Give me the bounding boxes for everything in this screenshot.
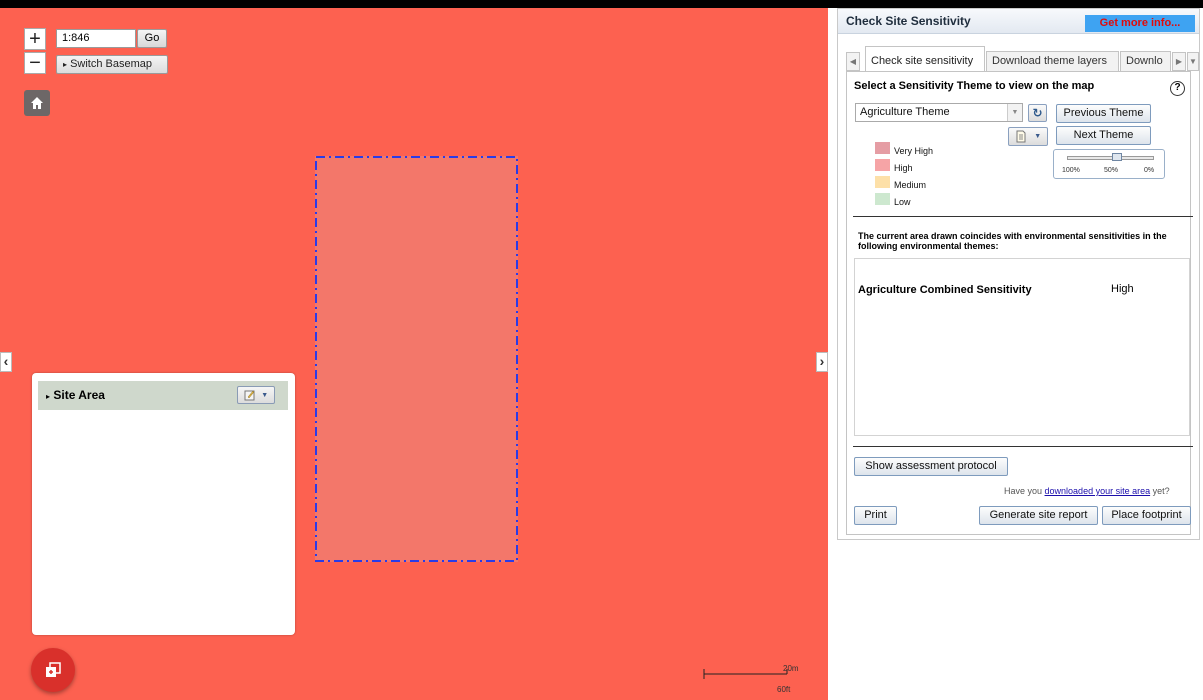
sensitivity-legend: Very High High Medium Low [875, 141, 933, 209]
site-area-polygon[interactable] [315, 156, 518, 562]
site-area-label: Site Area [53, 388, 105, 402]
tab-download-more[interactable]: Downlo [1120, 51, 1171, 71]
divider [853, 216, 1193, 217]
refresh-button[interactable]: ↻ [1028, 104, 1047, 122]
results-list: Agriculture Combined Sensitivity High [854, 258, 1190, 436]
layers-fab-button[interactable] [31, 648, 75, 692]
switch-basemap-button[interactable]: ▸ Switch Basemap [56, 55, 168, 74]
collapse-right-button[interactable]: › [816, 352, 828, 372]
legend-label: High [894, 163, 913, 173]
legend-swatch [875, 159, 890, 171]
layers-icon [46, 662, 61, 677]
legend-item: Medium [875, 175, 933, 192]
caret-right-icon: ▸ [46, 392, 51, 401]
panel-title: Check Site Sensitivity [846, 14, 971, 28]
caret-right-icon: ▸ [63, 60, 68, 69]
download-reminder: Have you downloaded your site area yet? [1004, 486, 1170, 496]
go-button[interactable]: Go [137, 29, 167, 48]
scale-input[interactable]: 1:846 [56, 29, 136, 48]
legend-swatch [875, 142, 890, 154]
sensitivity-panel: Check Site Sensitivity Get more info... … [837, 8, 1200, 540]
legend-options-dropdown[interactable]: ▼ [1008, 127, 1048, 146]
zoom-out-button[interactable]: − [24, 52, 46, 74]
tab-list-dropdown-icon[interactable]: ▼ [1187, 52, 1199, 71]
site-area-panel: ▸ Site Area ▼ [32, 373, 295, 635]
home-icon [31, 97, 43, 109]
tab-scroll-left-icon[interactable]: ◀ [846, 52, 860, 71]
previous-theme-button[interactable]: Previous Theme [1056, 104, 1151, 123]
legend-item: Low [875, 192, 933, 209]
collapse-left-button[interactable]: ‹ [0, 352, 12, 372]
result-theme-name: Agriculture Combined Sensitivity [858, 284, 1032, 296]
legend-swatch [875, 193, 890, 205]
generate-site-report-button[interactable]: Generate site report [979, 506, 1098, 525]
downloaded-site-area-link[interactable]: downloaded your site area [1045, 486, 1151, 496]
site-tools-dropdown[interactable]: ▼ [237, 386, 275, 404]
transparency-slider[interactable]: 100% 50% 0% [1053, 149, 1165, 179]
slider-label-0: 0% [1144, 167, 1155, 174]
home-button[interactable] [24, 90, 50, 116]
tab-scroll-right-icon[interactable]: ▶ [1172, 52, 1186, 71]
top-border [0, 0, 1203, 8]
chevron-down-icon: ▼ [261, 391, 269, 399]
scale-bar-feet: 60ft [777, 685, 791, 694]
edit-layer-icon [244, 390, 255, 401]
slider-label-100: 100% [1062, 167, 1080, 174]
legend-swatch [875, 176, 890, 188]
site-area-outline [315, 156, 518, 562]
document-icon [1016, 130, 1026, 143]
slider-track [1067, 156, 1154, 160]
show-assessment-protocol-button[interactable]: Show assessment protocol [854, 457, 1008, 476]
legend-item: High [875, 158, 933, 175]
get-more-info-button[interactable]: Get more info... [1085, 15, 1195, 32]
tab-download-theme-layers[interactable]: Download theme layers [986, 51, 1119, 71]
slider-thumb[interactable] [1112, 153, 1122, 161]
next-theme-button[interactable]: Next Theme [1056, 126, 1151, 145]
slider-label-50: 50% [1104, 167, 1119, 174]
select-theme-label: Select a Sensitivity Theme to view on th… [854, 80, 1095, 92]
reminder-suffix: yet? [1150, 486, 1170, 496]
result-sensitivity-value: High [1111, 283, 1134, 295]
site-area-header[interactable]: ▸ Site Area ▼ [38, 381, 288, 410]
theme-select[interactable]: Agriculture Theme ▼ [855, 103, 1023, 122]
map-canvas[interactable]: + − 1:846 Go ▸ Switch Basemap ‹ › ▸ Site… [0, 8, 828, 700]
reminder-prefix: Have you [1004, 486, 1045, 496]
chevron-down-icon: ▼ [1007, 104, 1022, 121]
scale-bar-meters: 20m [783, 664, 799, 673]
zoom-in-button[interactable]: + [24, 28, 46, 50]
chevron-down-icon: ▼ [1034, 133, 1042, 140]
legend-label: Low [894, 197, 911, 207]
help-icon[interactable]: ? [1170, 81, 1185, 96]
legend-item: Very High [875, 141, 933, 158]
print-button[interactable]: Print [854, 506, 897, 525]
legend-label: Medium [894, 180, 927, 190]
theme-select-value: Agriculture Theme [860, 106, 950, 118]
tab-check-site-sensitivity[interactable]: Check site sensitivity [865, 46, 985, 72]
coincide-description: The current area drawn coincides with en… [858, 231, 1167, 251]
place-footprint-button[interactable]: Place footprint [1102, 506, 1191, 525]
switch-basemap-label: Switch Basemap [70, 58, 153, 70]
refresh-icon: ↻ [1032, 106, 1043, 120]
legend-label: Very High [894, 146, 934, 156]
divider [853, 446, 1193, 447]
